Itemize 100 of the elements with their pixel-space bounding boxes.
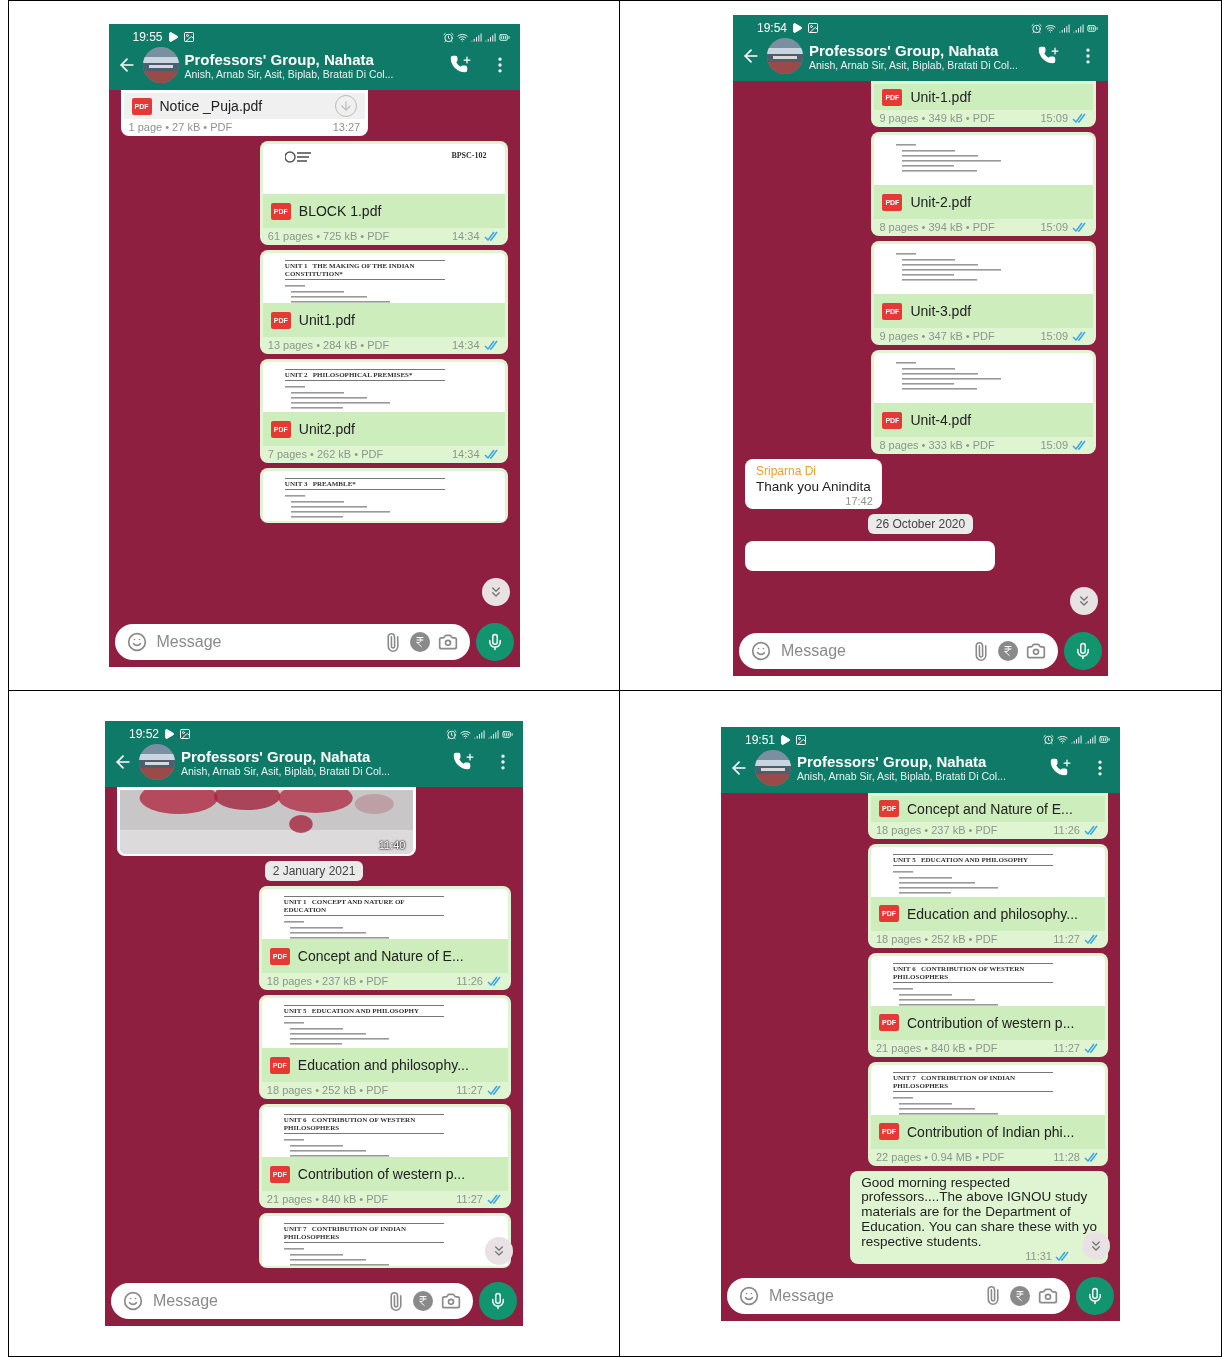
file-name: Unit2.pdf [298, 421, 356, 437]
file-details: 18 pages • 252 kB • PDF [876, 932, 999, 945]
mic-icon [1074, 642, 1092, 660]
file-name: Unit-3.pdf [910, 303, 973, 319]
file-name: Contribution of western p... [907, 1014, 1076, 1031]
file-name: Concept and Nature of E... [907, 800, 1074, 817]
group-members: Anish, Arnab Sir, Asit, Biplab, Bratati Di Col... [181, 764, 391, 777]
message-time: 11:28 [1053, 1150, 1080, 1163]
scroll-down-button[interactable] [1070, 587, 1098, 615]
payment-icon[interactable] [1010, 1285, 1030, 1306]
emoji-icon[interactable] [751, 641, 771, 661]
file-details: 13 pages • 284 kB • PDF [267, 339, 391, 351]
voice-message-button[interactable] [1064, 632, 1102, 670]
status-icons-drawing [446, 728, 513, 740]
status-icons-drawing [442, 31, 510, 43]
file-details: 21 pages • 840 kB • PDF [876, 1041, 999, 1054]
gallery-icon [182, 31, 195, 43]
message-text: Thank you Anindita [756, 480, 871, 495]
group-members: Anish, Arnab Sir, Asit, Biplab, Bratati Di Col... [809, 58, 1019, 71]
play-icon [166, 31, 179, 43]
date-label: 26 October 2020 [867, 513, 974, 534]
message-time: 17:42 [845, 494, 873, 507]
message-input[interactable]: Message [779, 641, 963, 661]
play-icon [163, 728, 176, 740]
file-name: Education and philosophy... [907, 905, 1079, 922]
gallery-icon [807, 22, 820, 34]
camera-icon[interactable] [441, 1291, 461, 1311]
voice-message-button[interactable] [1076, 1276, 1114, 1315]
add-call-icon[interactable] [449, 55, 472, 75]
scroll-down-button[interactable] [481, 578, 510, 606]
mic-icon [489, 1292, 507, 1310]
file-details: 1 page • 27 kB • PDF [128, 121, 234, 133]
group-name: Professors' Group, Nahata [184, 50, 375, 68]
voice-message-button[interactable] [475, 623, 514, 661]
message-time: 14:34 [451, 230, 480, 242]
file-details: 9 pages • 349 kB • PDF [879, 112, 996, 124]
group-name: Professors' Group, Nahata [797, 753, 988, 770]
file-name: Contribution of Indian phi... [907, 1123, 1076, 1140]
date-label: 2 January 2021 [264, 861, 364, 881]
message-bar[interactable]: Message [111, 1283, 473, 1319]
emoji-icon[interactable] [739, 1285, 759, 1306]
message-time: 11:40 [378, 839, 406, 851]
message-time: 15:09 [1040, 330, 1068, 342]
message-time: 11:27 [456, 1084, 483, 1096]
file-details: 21 pages • 840 kB • PDF [266, 1193, 390, 1205]
message-time: 15:09 [1040, 439, 1068, 451]
message-time: 15:09 [1040, 112, 1068, 124]
file-details: 8 pages • 394 kB • PDF [879, 221, 996, 233]
group-members: Anish, Arnab Sir, Asit, Biplab, Bratati Di Col... [184, 67, 395, 80]
voice-message-button[interactable] [479, 1282, 517, 1320]
message-input[interactable]: Message [151, 1291, 378, 1311]
message-time: 14:34 [451, 339, 480, 351]
file-name: BLOCK 1.pdf [298, 203, 383, 219]
file-name: Contribution of western p... [297, 1166, 467, 1182]
add-call-icon[interactable] [453, 752, 475, 772]
group-name: Professors' Group, Nahata [809, 41, 1000, 59]
payment-icon[interactable] [998, 641, 1018, 661]
file-details: 9 pages • 347 kB • PDF [879, 330, 996, 342]
sender-name: Sriparna Di [755, 463, 818, 478]
message-time: 14:34 [451, 448, 480, 460]
payment-icon[interactable] [413, 1291, 433, 1311]
status-icons-drawing [1043, 734, 1110, 745]
play-icon [791, 22, 804, 34]
file-details: 18 pages • 237 kB • PDF [876, 823, 999, 836]
file-details: 18 pages • 252 kB • PDF [266, 1084, 390, 1096]
message-input[interactable]: Message [767, 1285, 975, 1306]
course-code: BPSC-102 [451, 151, 487, 160]
university-logo-icon [284, 151, 313, 163]
message-bar[interactable]: Message [114, 624, 470, 660]
message-bar[interactable]: Message [727, 1277, 1070, 1314]
message-input[interactable]: Message [154, 632, 375, 652]
status-time: 19:54 [757, 21, 788, 35]
message-time: 11:31 [1025, 1249, 1052, 1262]
gallery-icon [795, 733, 808, 746]
group-members: Anish, Arnab Sir, Asit, Biplab, Bratati Di Col... [797, 770, 1007, 782]
payment-icon[interactable] [409, 632, 430, 652]
emoji-icon[interactable] [126, 632, 147, 652]
message-bar[interactable]: Message [739, 633, 1058, 669]
mic-icon [1086, 1286, 1104, 1305]
file-details: 61 pages • 725 kB • PDF [267, 230, 391, 242]
file-name: Unit-4.pdf [910, 412, 973, 428]
emoji-icon[interactable] [123, 1291, 143, 1311]
message-time: 11:26 [1053, 823, 1080, 836]
add-call-icon[interactable] [1038, 46, 1060, 66]
image-message[interactable]: 11:40 [117, 787, 417, 856]
file-name: Unit-2.pdf [910, 194, 973, 210]
camera-icon[interactable] [1026, 641, 1046, 661]
file-details: 7 pages • 262 kB • PDF [267, 448, 385, 460]
file-name: Unit1.pdf [298, 312, 356, 328]
add-call-icon[interactable] [1050, 757, 1072, 778]
file-name: Unit-1.pdf [910, 89, 973, 105]
file-details: 18 pages • 237 kB • PDF [266, 975, 390, 987]
message-time: 15:09 [1040, 221, 1068, 233]
message-text: Good morning respected professors....The above IGNOU study materials are for the Department of Education. You can share these with yo respective students. [861, 1175, 1097, 1250]
file-name: Education and philosophy... [297, 1057, 470, 1073]
camera-icon[interactable] [437, 632, 458, 652]
file-details: 8 pages • 333 kB • PDF [879, 439, 996, 451]
file-name: Concept and Nature of E... [297, 948, 465, 964]
status-time: 19:51 [745, 732, 776, 747]
message-time: 11:27 [1053, 1041, 1080, 1054]
